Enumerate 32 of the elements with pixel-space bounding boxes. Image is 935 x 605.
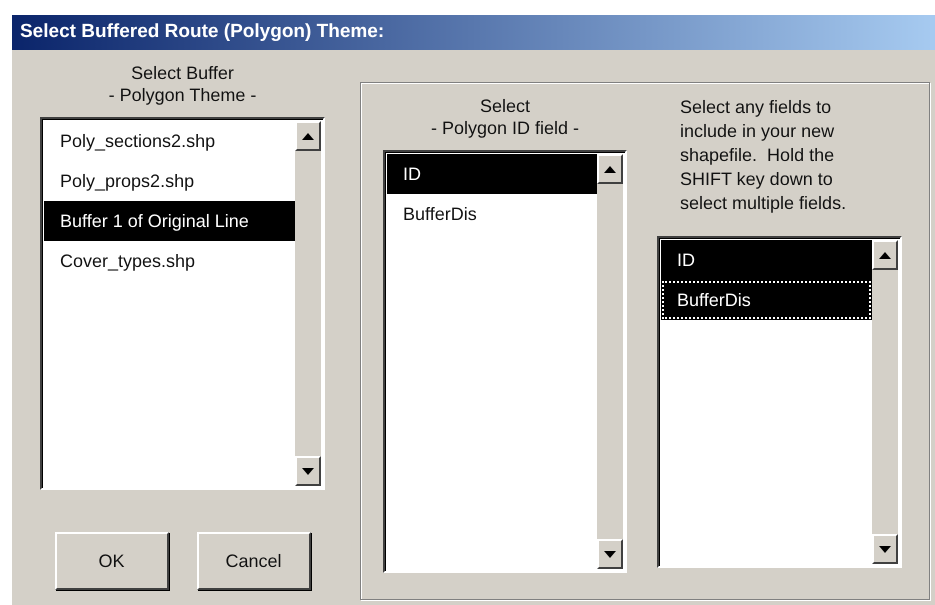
list-item[interactable]: ID xyxy=(661,240,872,280)
up-arrow-icon xyxy=(604,166,616,172)
down-arrow-icon xyxy=(302,468,314,474)
list-item[interactable]: Cover_types.shp xyxy=(44,241,295,281)
scroll-button[interactable] xyxy=(872,534,898,564)
dialog-button[interactable]: OK xyxy=(54,532,168,590)
scroll-button[interactable] xyxy=(295,456,321,486)
scrollbar[interactable] xyxy=(597,154,623,569)
list-item[interactable]: Poly_props2.shp xyxy=(44,161,295,201)
scroll-button[interactable] xyxy=(597,539,623,569)
list-item[interactable]: BufferDis xyxy=(661,280,872,320)
list-item[interactable]: BufferDis xyxy=(387,194,597,234)
list-label: Select Buffer - Polygon Theme - xyxy=(108,62,256,106)
up-arrow-icon xyxy=(879,252,891,258)
list-label: Select - Polygon ID field - xyxy=(430,95,580,139)
list-box[interactable]: Poly_sections2.shp Poly_props2.shp Buffer 1 of Original Line Cover_types.shp xyxy=(40,117,325,490)
dialog-button[interactable]: Cancel xyxy=(196,532,310,590)
instruction-text: Select any fields to include in your new shapefile. Hold the SHIFT key down to select multiple fields. xyxy=(679,96,848,215)
scroll-button[interactable] xyxy=(872,240,898,270)
scrollbar[interactable] xyxy=(295,121,321,486)
window-title: Select Buffered Route (Polygon) Theme: xyxy=(12,15,935,50)
list-item[interactable]: Buffer 1 of Original Line xyxy=(44,201,295,241)
scrollbar[interactable] xyxy=(872,240,898,564)
list-item[interactable]: ID xyxy=(387,154,597,194)
down-arrow-icon xyxy=(879,546,891,552)
up-arrow-icon xyxy=(302,132,314,140)
scroll-button[interactable] xyxy=(597,154,623,184)
scroll-button[interactable] xyxy=(295,121,321,151)
list-box[interactable]: ID BufferDis xyxy=(657,236,902,568)
list-item[interactable]: Poly_sections2.shp xyxy=(44,121,295,161)
down-arrow-icon xyxy=(604,550,616,558)
list-box[interactable]: ID BufferDis xyxy=(383,150,627,573)
